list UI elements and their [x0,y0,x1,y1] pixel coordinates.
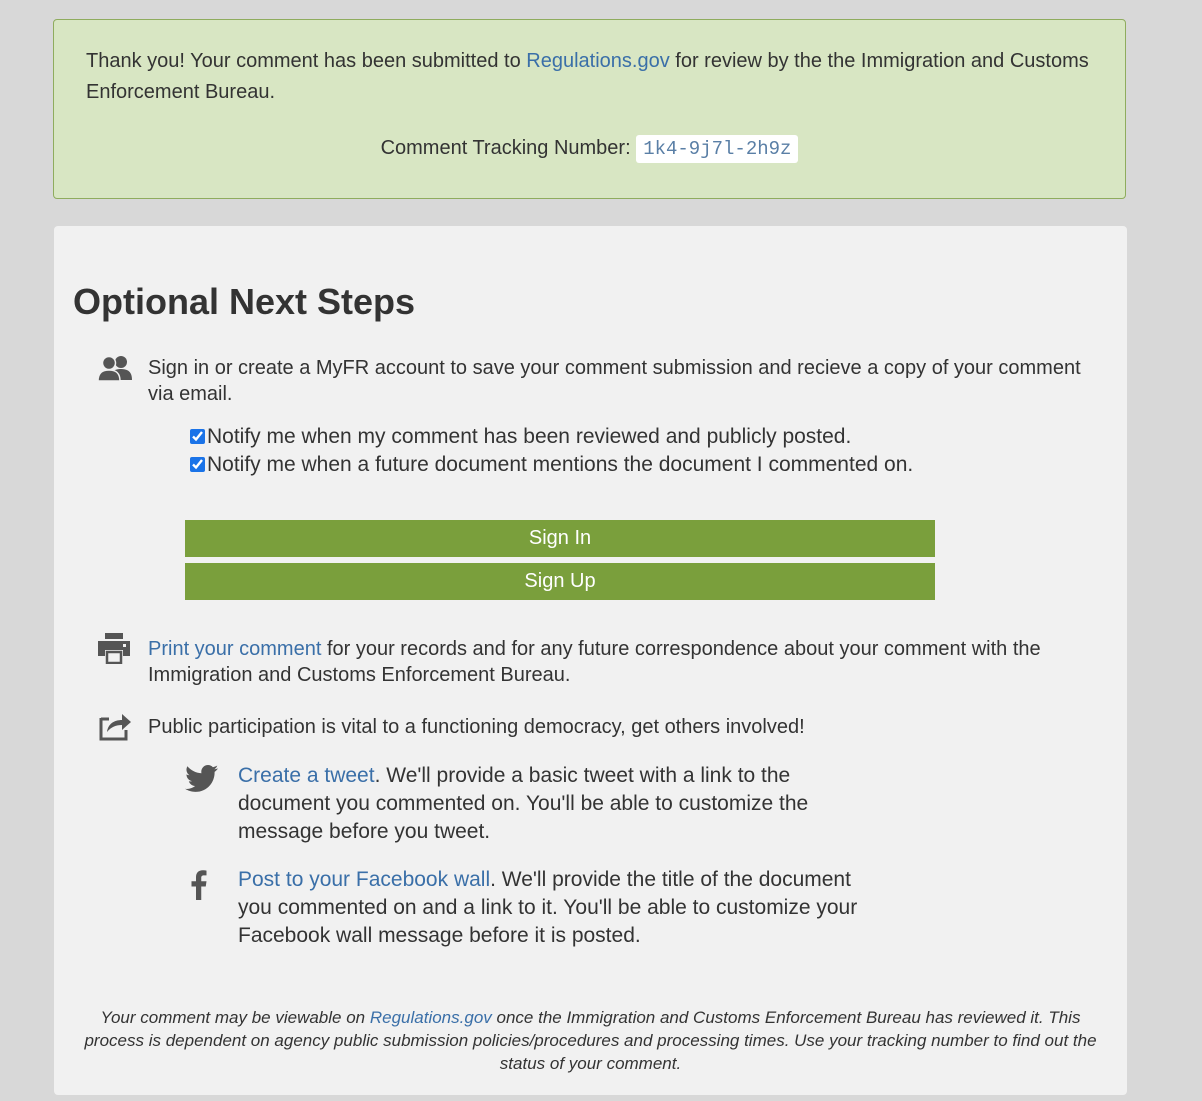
success-text-before: Thank you! Your comment has been submitt… [86,50,527,72]
optional-next-steps-panel: Optional Next Steps Sign in or create a … [54,226,1127,1095]
page-title: Optional Next Steps [73,281,416,322]
notify-future-option: Notify me when a future document mention… [185,451,925,479]
footer-note-before: Your comment may be viewable on [100,1008,370,1027]
share-icon [98,710,134,742]
users-icon [97,354,133,386]
tracking-number: 1k4-9j7l-2h9z [636,134,799,163]
facebook-step-text: Post to your Facebook wall. We'll provid… [238,866,858,950]
success-message: Thank you! Your comment has been submitt… [86,46,1093,108]
tracking-label: Comment Tracking Number: [380,137,631,159]
footer-note: Your comment may be viewable on Regulati… [74,1006,1107,1075]
print-step-text: Print your comment for your records and … [148,636,1098,688]
tracking-row: Comment Tracking Number: 1k4-9j7l-2h9z [86,134,1093,163]
notify-reviewed-checkbox[interactable] [190,429,205,444]
print-icon [97,632,133,665]
twitter-icon [185,765,219,798]
sign-up-button[interactable]: Sign Up [185,563,935,600]
notify-future-checkbox[interactable] [190,457,205,472]
regulations-gov-link[interactable]: Regulations.gov [526,50,669,72]
account-step-text: Sign in or create a MyFR account to save… [148,357,1081,405]
share-step-text: Public participation is vital to a funct… [148,716,805,738]
twitter-step-text: Create a tweet. We'll provide a basic tw… [238,762,858,846]
notify-reviewed-label: Notify me when my comment has been revie… [207,425,852,448]
facebook-icon [191,870,207,905]
facebook-post-link[interactable]: Post to your Facebook wall [238,868,490,891]
footer-regulations-gov-link[interactable]: Regulations.gov [370,1008,492,1027]
notify-reviewed-option: Notify me when my comment has been revie… [185,423,925,451]
sign-in-button[interactable]: Sign In [185,520,935,557]
print-comment-link[interactable]: Print your comment [148,638,321,660]
notification-options: Notify me when my comment has been revie… [185,423,925,479]
success-alert: Thank you! Your comment has been submitt… [53,19,1126,199]
create-tweet-link[interactable]: Create a tweet [238,764,375,787]
notify-future-label: Notify me when a future document mention… [207,453,914,476]
